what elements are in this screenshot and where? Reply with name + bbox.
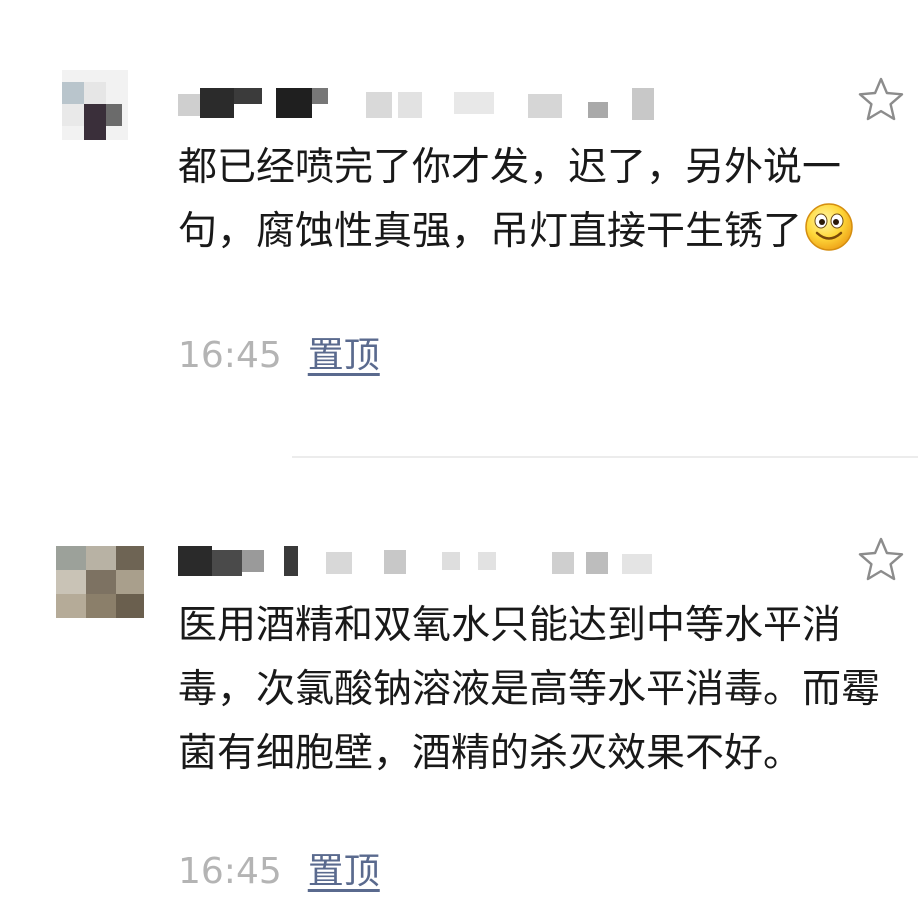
- pin-button[interactable]: 置顶: [308, 851, 380, 892]
- avatar[interactable]: [62, 70, 128, 140]
- username-blurred[interactable]: [178, 546, 658, 586]
- comment-text: 医用酒精和双氧水只能达到中等水平消毒，次氯酸钠溶液是高等水平消毒。而霉菌有细胞壁…: [178, 603, 881, 776]
- smiley-face-icon: [805, 203, 853, 251]
- comment-item: 都已经喷完了你才发，迟了，另外说一句，腐蚀性真强，吊灯直接干生锈了 16:45 置…: [0, 0, 918, 440]
- comment-meta: 16:45 置顶: [178, 850, 380, 894]
- comment-item: 医用酒精和双氧水只能达到中等水平消毒，次氯酸钠溶液是高等水平消毒。而霉菌有细胞壁…: [0, 460, 918, 909]
- comment-meta: 16:45 置顶: [178, 334, 380, 378]
- comment-text: 都已经喷完了你才发，迟了，另外说一句，腐蚀性真强，吊灯直接干生锈了: [178, 136, 898, 264]
- avatar[interactable]: [56, 546, 144, 618]
- star-icon[interactable]: [858, 76, 904, 122]
- timestamp: 16:45: [178, 851, 282, 892]
- star-icon[interactable]: [858, 536, 904, 582]
- username-blurred[interactable]: [178, 88, 658, 128]
- timestamp: 16:45: [178, 335, 282, 376]
- pin-button[interactable]: 置顶: [308, 335, 380, 376]
- divider: [292, 456, 918, 458]
